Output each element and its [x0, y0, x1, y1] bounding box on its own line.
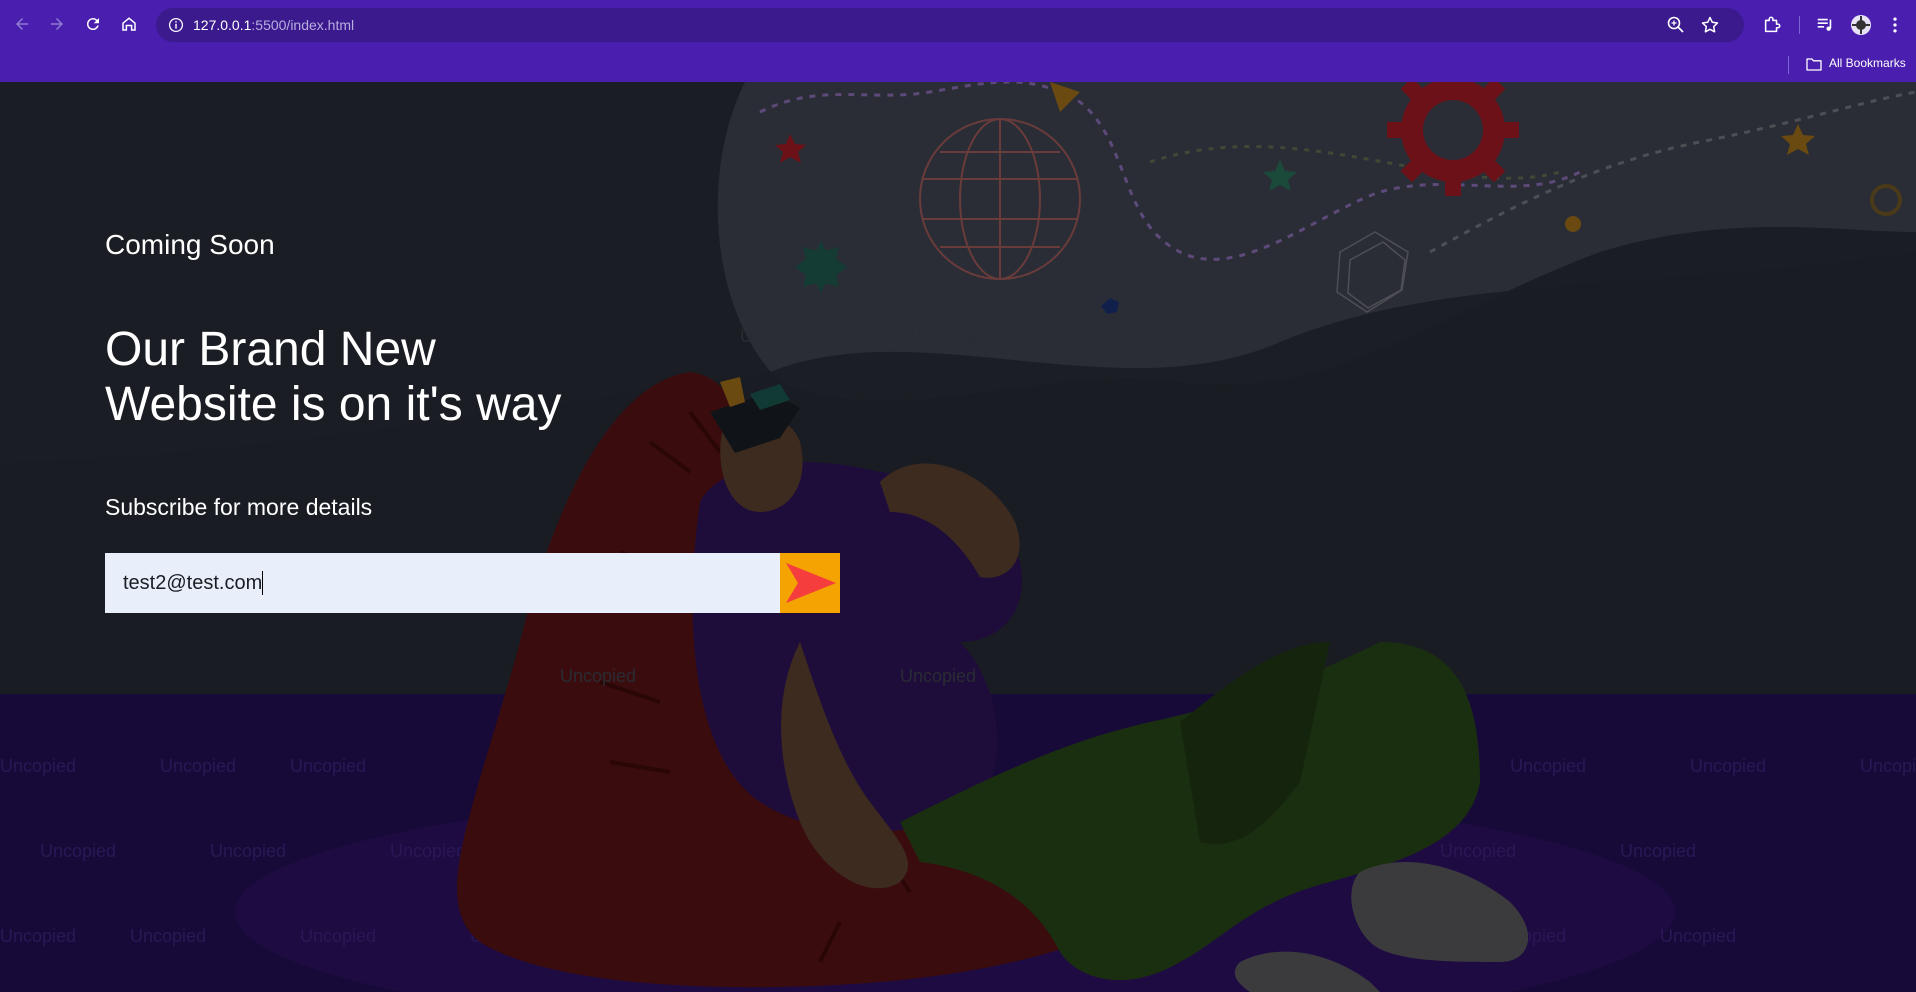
- subscribe-label: Subscribe for more details: [105, 494, 373, 520]
- svg-text:Uncopied: Uncopied: [210, 841, 286, 861]
- forward-arrow-icon: [51, 18, 63, 30]
- toolbar-separator: [1799, 16, 1800, 34]
- zoom-icon[interactable]: [1666, 15, 1686, 35]
- reload-icon: [86, 18, 99, 31]
- back-arrow-icon: [16, 18, 28, 30]
- headline-line-1: Our Brand New: [105, 323, 436, 376]
- svg-text:Uncopied: Uncopied: [130, 926, 206, 946]
- svg-text:Uncopied: Uncopied: [160, 756, 236, 776]
- svg-text:Uncopied: Uncopied: [390, 841, 466, 861]
- forward-button[interactable]: [43, 10, 71, 38]
- svg-text:Uncopied: Uncopied: [1620, 841, 1696, 861]
- home-button[interactable]: [115, 10, 143, 38]
- media-controls-button[interactable]: [1814, 14, 1836, 36]
- reload-button[interactable]: [79, 10, 107, 38]
- home-icon: [122, 17, 136, 31]
- coming-soon-label: Coming Soon: [105, 229, 275, 260]
- browser-toolbar: 127.0.0.1:5500/index.html: [0, 2, 1916, 46]
- svg-text:Uncopied: Uncopied: [300, 926, 376, 946]
- headline-line-2: Website is on it's way: [105, 378, 562, 431]
- svg-text:Uncopied: Uncopied: [1510, 756, 1586, 776]
- media-queue-icon: [1817, 18, 1832, 31]
- url-host: 127.0.0.1: [193, 17, 252, 33]
- headline: Our Brand New Website is on it's way: [105, 322, 805, 432]
- svg-text:Uncopied: Uncopied: [0, 756, 76, 776]
- svg-text:Uncopied: Uncopied: [290, 756, 366, 776]
- folder-icon: [1806, 58, 1822, 71]
- text-caret: [262, 571, 263, 595]
- bookmarks-separator: [1788, 56, 1789, 74]
- browser-chrome: 127.0.0.1:5500/index.html All Bookmarks: [0, 0, 1916, 82]
- svg-text:Uncopied: Uncopied: [910, 326, 986, 346]
- svg-text:Uncopied: Uncopied: [560, 666, 636, 686]
- bookmark-star-icon[interactable]: [1700, 15, 1720, 35]
- background-illustration: Uncopied Uncopied Uncopied Uncopied Uncopie…: [0, 82, 1916, 992]
- page-viewport: Uncopied Uncopied Uncopied Uncopied Uncopie…: [0, 82, 1916, 992]
- subscribe-submit-button[interactable]: [780, 553, 840, 613]
- back-button[interactable]: [8, 10, 36, 38]
- extensions-button[interactable]: [1761, 14, 1783, 36]
- svg-text:Uncopied: Uncopied: [1660, 926, 1736, 946]
- bookmarks-bar: All Bookmarks: [0, 48, 1916, 82]
- site-info-icon[interactable]: [166, 15, 186, 35]
- menu-button[interactable]: [1884, 14, 1906, 36]
- address-url[interactable]: 127.0.0.1:5500/index.html: [193, 17, 354, 33]
- all-bookmarks-link[interactable]: All Bookmarks: [1829, 56, 1906, 70]
- svg-text:Uncopied: Uncopied: [1860, 756, 1916, 776]
- svg-text:Uncopied: Uncopied: [1440, 841, 1516, 861]
- svg-text:Uncopied: Uncopied: [900, 666, 976, 686]
- svg-text:Uncopied: Uncopied: [1690, 756, 1766, 776]
- url-path: :5500/index.html: [251, 17, 355, 33]
- svg-text:Uncopied: Uncopied: [40, 841, 116, 861]
- profile-avatar[interactable]: [1850, 14, 1872, 36]
- orange-dot: [1565, 216, 1581, 232]
- address-bar[interactable]: 127.0.0.1:5500/index.html: [156, 8, 1744, 42]
- subscribe-form: [105, 553, 840, 613]
- avatar-icon: [1851, 15, 1871, 35]
- puzzle-icon: [1764, 16, 1781, 33]
- kebab-menu-icon: [1893, 17, 1897, 33]
- arrow-right-icon: [786, 563, 836, 603]
- email-input[interactable]: [105, 553, 780, 613]
- svg-text:Uncopied: Uncopied: [0, 926, 76, 946]
